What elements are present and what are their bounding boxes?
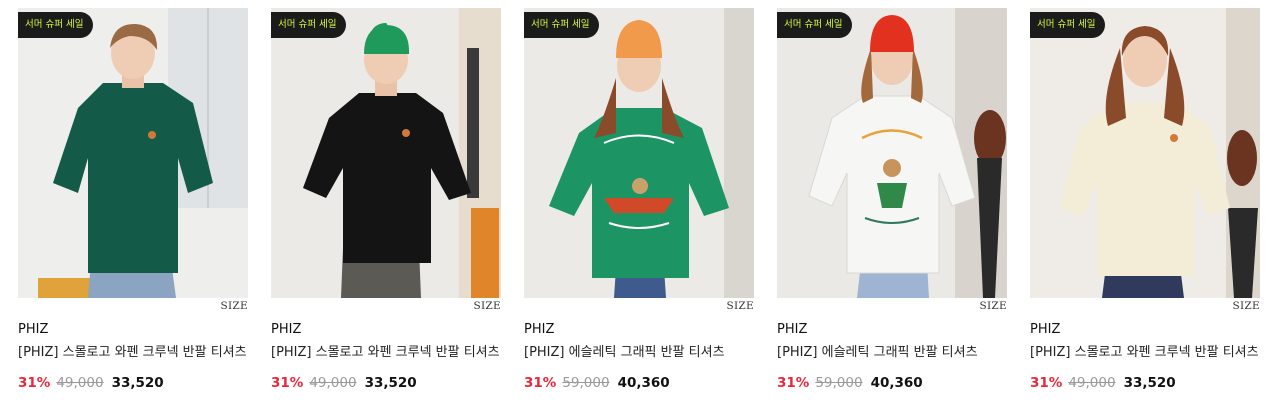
sale-badge: 서머 슈퍼 세일 (1030, 12, 1106, 38)
brand-name[interactable]: PHIZ (524, 321, 754, 339)
product-card[interactable]: 서머 슈퍼 세일 SIZE PHIZ [PHIZ] 스몰로고 와펜 크루넥 반팔… (1030, 8, 1260, 393)
product-title[interactable]: [PHIZ] 에슬레틱 그래픽 반팔 티셔츠 (777, 344, 1007, 362)
discount-rate: 31% (271, 375, 304, 391)
sale-price: 33,520 (1123, 375, 1176, 391)
size-link[interactable]: SIZE (473, 300, 501, 312)
sale-badge: 서머 슈퍼 세일 (524, 12, 600, 38)
product-image[interactable]: 서머 슈퍼 세일 (271, 8, 501, 298)
discount-rate: 31% (777, 375, 810, 391)
sale-price: 40,360 (617, 375, 670, 391)
product-image[interactable]: 서머 슈퍼 세일 (1030, 8, 1260, 298)
product-card[interactable]: 서머 슈퍼 세일 SIZE PHIZ [PHIZ] 에슬레틱 그래픽 반팔 티셔… (524, 8, 754, 393)
original-price: 59,000 (815, 375, 863, 391)
product-card[interactable]: 서머 슈퍼 세일 SIZE PHIZ [PHIZ] 스몰로고 와펜 크루넥 반팔… (18, 8, 248, 393)
sale-price: 40,360 (870, 375, 923, 391)
sale-price: 33,520 (111, 375, 164, 391)
discount-rate: 31% (1030, 375, 1063, 391)
brand-name[interactable]: PHIZ (271, 321, 501, 339)
price-row: 31% 59,000 40,360 (524, 373, 754, 393)
brand-name[interactable]: PHIZ (1030, 321, 1260, 339)
original-price: 59,000 (562, 375, 610, 391)
product-card[interactable]: 서머 슈퍼 세일 SIZE PHIZ [PHIZ] 스몰로고 와펜 크루넥 반팔… (271, 8, 501, 393)
size-link[interactable]: SIZE (1232, 300, 1260, 312)
size-link[interactable]: SIZE (220, 300, 248, 312)
original-price: 49,000 (56, 375, 104, 391)
sale-badge: 서머 슈퍼 세일 (271, 12, 347, 38)
product-grid: 서머 슈퍼 세일 SIZE PHIZ [PHIZ] 스몰로고 와펜 크루넥 반팔… (18, 8, 1260, 393)
original-price: 49,000 (1068, 375, 1116, 391)
size-link[interactable]: SIZE (726, 300, 754, 312)
product-image[interactable]: 서머 슈퍼 세일 (524, 8, 754, 298)
product-title[interactable]: [PHIZ] 스몰로고 와펜 크루넥 반팔 티셔츠 (271, 344, 501, 362)
sale-badge: 서머 슈퍼 세일 (777, 12, 853, 38)
original-price: 49,000 (309, 375, 357, 391)
product-image[interactable]: 서머 슈퍼 세일 (777, 8, 1007, 298)
price-row: 31% 59,000 40,360 (777, 373, 1007, 393)
sale-badge: 서머 슈퍼 세일 (18, 12, 94, 38)
sale-price: 33,520 (364, 375, 417, 391)
price-row: 31% 49,000 33,520 (18, 373, 248, 393)
product-title[interactable]: [PHIZ] 스몰로고 와펜 크루넥 반팔 티셔츠 (1030, 344, 1260, 362)
brand-name[interactable]: PHIZ (777, 321, 1007, 339)
price-row: 31% 49,000 33,520 (271, 373, 501, 393)
brand-name[interactable]: PHIZ (18, 321, 248, 339)
product-title[interactable]: [PHIZ] 에슬레틱 그래픽 반팔 티셔츠 (524, 344, 754, 362)
price-row: 31% 49,000 33,520 (1030, 373, 1260, 393)
discount-rate: 31% (18, 375, 51, 391)
discount-rate: 31% (524, 375, 557, 391)
product-card[interactable]: 서머 슈퍼 세일 SIZE PHIZ [PHIZ] 에슬레틱 그래픽 반팔 티셔… (777, 8, 1007, 393)
size-link[interactable]: SIZE (979, 300, 1007, 312)
product-title[interactable]: [PHIZ] 스몰로고 와펜 크루넥 반팔 티셔츠 (18, 344, 248, 362)
product-image[interactable]: 서머 슈퍼 세일 (18, 8, 248, 298)
